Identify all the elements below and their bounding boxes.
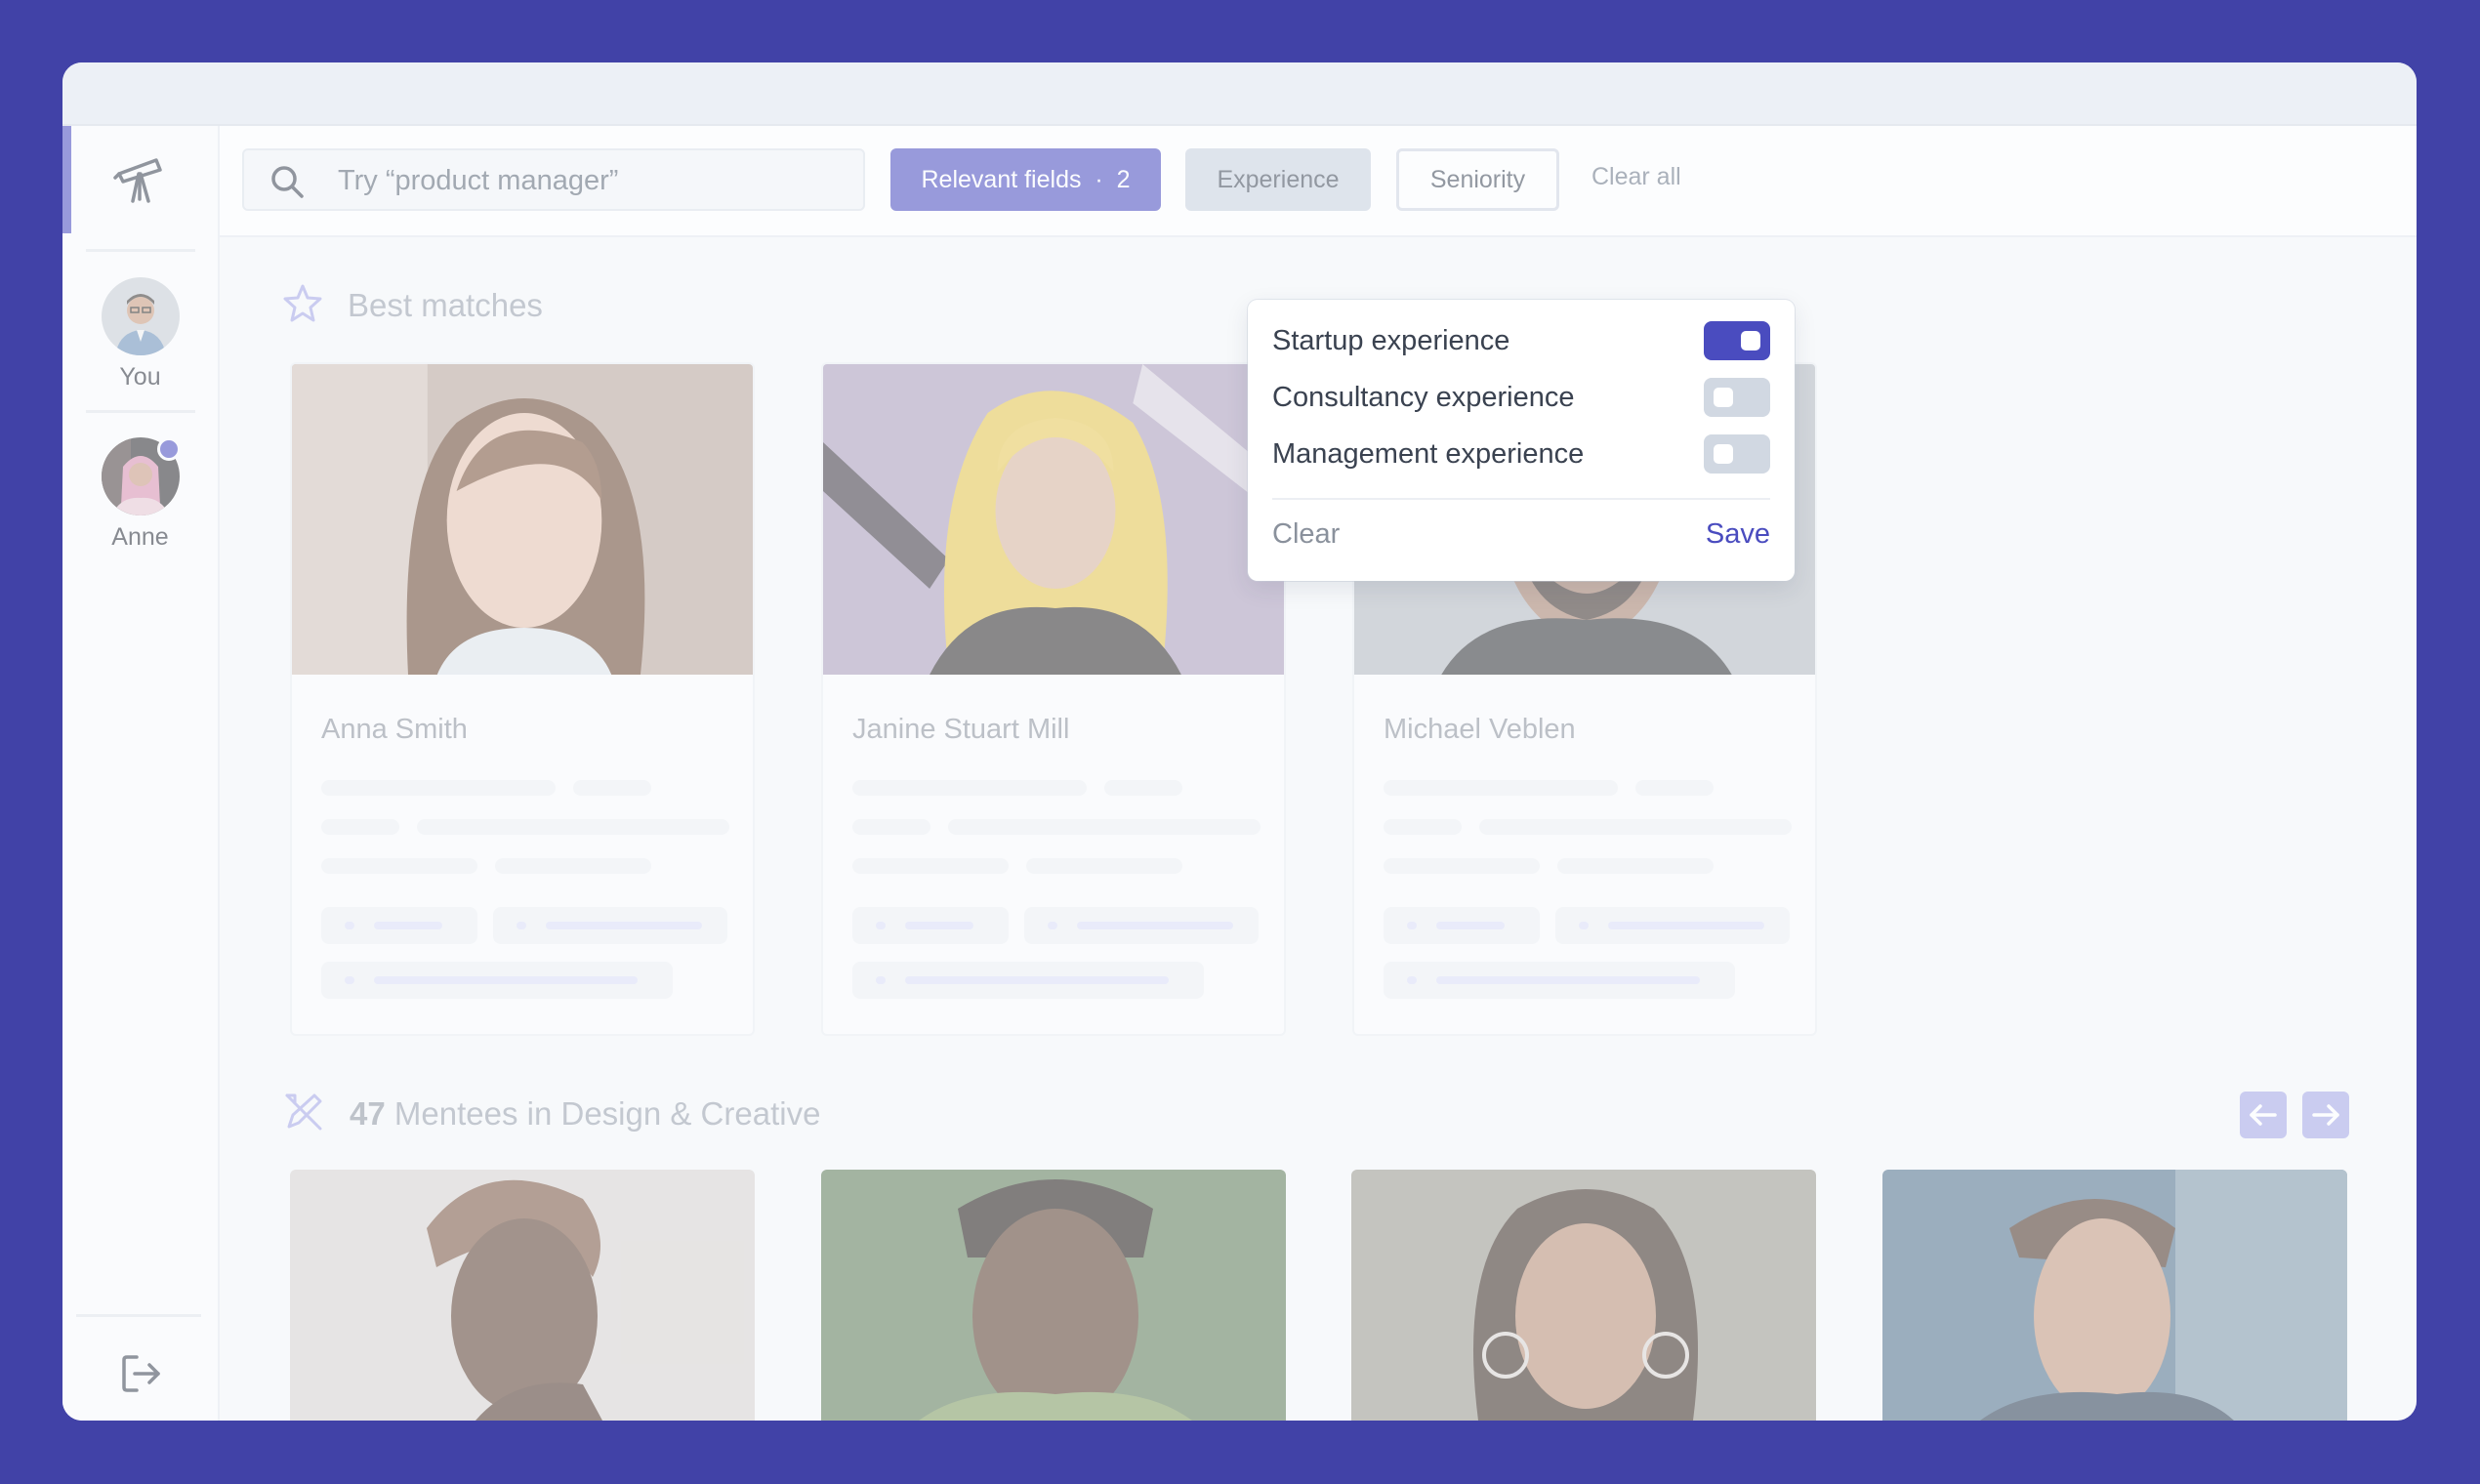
experience-filter-popover: Startup experience Consultancy experienc…: [1248, 300, 1795, 581]
startup-experience-toggle[interactable]: [1704, 321, 1770, 360]
popover-save-button[interactable]: Save: [1706, 518, 1770, 551]
option-label-management: Management experience: [1272, 438, 1585, 470]
popover-clear-button[interactable]: Clear: [1272, 518, 1340, 551]
management-experience-toggle[interactable]: [1704, 434, 1770, 474]
consultancy-experience-toggle[interactable]: [1704, 378, 1770, 417]
option-label-consultancy: Consultancy experience: [1272, 382, 1575, 413]
app-window: You Anne Relevant fields · 2 Expe: [62, 62, 2417, 1421]
modal-backdrop[interactable]: [62, 62, 2417, 1421]
popover-divider: [1272, 498, 1770, 500]
option-label-startup: Startup experience: [1272, 325, 1510, 356]
